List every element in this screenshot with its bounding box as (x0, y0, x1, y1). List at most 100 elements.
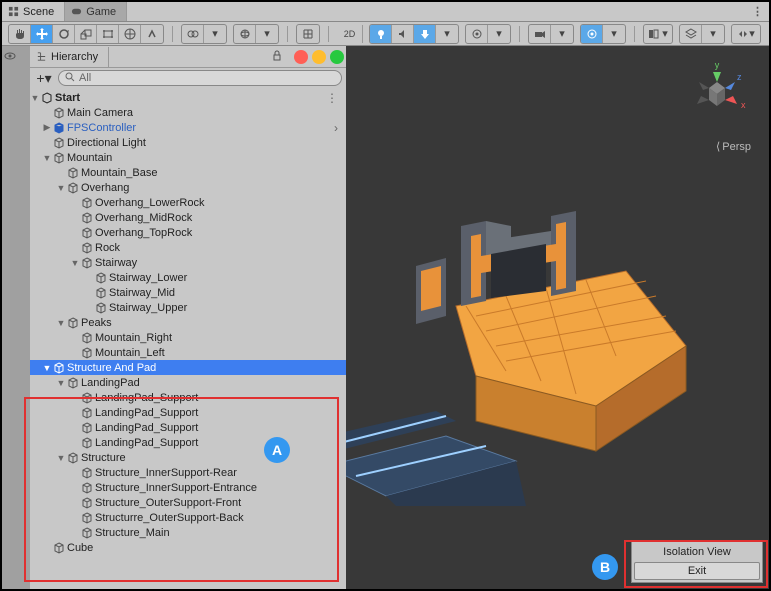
extra-toggle[interactable]: ▾ (732, 25, 760, 43)
custom-tool[interactable] (141, 25, 163, 43)
tree-item[interactable]: Mountain_Right (30, 330, 346, 345)
fx-toggle[interactable] (414, 25, 436, 43)
tree-item[interactable]: Mountain_Left (30, 345, 346, 360)
rect-tool[interactable] (97, 25, 119, 43)
cube-icon (80, 511, 93, 524)
tree-item[interactable]: Overhang_MidRock (30, 210, 346, 225)
cube-icon (52, 136, 65, 149)
tree-item[interactable]: Overhang_TopRock (30, 225, 346, 240)
layers-toggle[interactable] (680, 25, 702, 43)
cube-icon (80, 526, 93, 539)
camera-dropdown[interactable]: ▾ (551, 25, 573, 43)
2d-toggle[interactable]: 2D (337, 25, 363, 43)
tree-item[interactable]: Structure_Main (30, 525, 346, 540)
rotate-tool[interactable] (53, 25, 75, 43)
scene-icon (8, 6, 19, 17)
persp-label[interactable]: ⟨Persp (716, 140, 751, 153)
tree-item-overhang[interactable]: ▼Overhang (30, 180, 346, 195)
cube-icon (94, 271, 107, 284)
cube-icon (52, 361, 65, 374)
hierarchy-tree: ▼Start⋮ Main Camera ▶FPSController› Dire… (30, 88, 346, 555)
cube-icon (80, 241, 93, 254)
context-menu-icon[interactable]: ⋮ (326, 91, 342, 105)
tree-item[interactable]: Stairway_Upper (30, 300, 346, 315)
pivot-toggle[interactable]: ▾ (181, 24, 227, 44)
chevron-right-icon[interactable]: › (334, 121, 342, 135)
chevron-down-icon: ▾ (256, 25, 278, 43)
lock-icon[interactable] (272, 50, 286, 64)
cube-icon (80, 406, 93, 419)
tree-item[interactable]: LandingPad_Support (30, 390, 346, 405)
globe-icon (234, 25, 256, 43)
tree-item-structure-pad[interactable]: ▼Structure And Pad (30, 360, 346, 375)
hierarchy-tab[interactable]: Hierarchy (30, 47, 109, 67)
cube-icon (94, 286, 107, 299)
gizmos-toggle[interactable] (581, 25, 603, 43)
hidden-objects-toggle[interactable] (466, 25, 488, 43)
tree-item[interactable]: LandingPad_Support (30, 435, 346, 450)
grid-snap-toggle[interactable] (297, 25, 319, 43)
cube-icon (66, 451, 79, 464)
search-input[interactable]: All (58, 70, 342, 86)
tree-item[interactable]: Structure_InnerSupport-Rear (30, 465, 346, 480)
tree-item[interactable]: LandingPad_Support (30, 405, 346, 420)
tree-item-mountain[interactable]: ▼Mountain (30, 150, 346, 165)
handle-toggle[interactable]: ▾ (233, 24, 279, 44)
cube-icon (66, 376, 79, 389)
cube-icon (80, 421, 93, 434)
traffic-yellow[interactable] (312, 50, 326, 64)
search-placeholder: All (79, 72, 91, 84)
traffic-green[interactable] (330, 50, 344, 64)
gizmos-dropdown[interactable]: ▾ (603, 25, 625, 43)
create-button[interactable]: +▾ (34, 70, 54, 86)
tab-menu-icon[interactable]: ⋮ (752, 5, 763, 18)
tree-item[interactable]: Mountain_Base (30, 165, 346, 180)
lighting-toggle[interactable] (370, 25, 392, 43)
tab-scene-label: Scene (23, 6, 54, 18)
tree-item-fps[interactable]: ▶FPSController› (30, 120, 346, 135)
tree-item-dirlight[interactable]: Directional Light (30, 135, 346, 150)
cube-icon (66, 181, 79, 194)
tree-item[interactable]: Structure_InnerSupport-Entrance (30, 480, 346, 495)
move-tool[interactable] (31, 25, 53, 43)
cube-icon (80, 481, 93, 494)
cube-icon (80, 391, 93, 404)
tree-item[interactable]: Structurre_OuterSupport-Back (30, 510, 346, 525)
tree-item-structure[interactable]: ▼Structure (30, 450, 346, 465)
tab-game[interactable]: Game (65, 2, 127, 21)
hidden-dropdown[interactable]: ▾ (488, 25, 510, 43)
scene-viewport[interactable]: y x z ⟨Persp (346, 46, 769, 589)
tree-item[interactable]: Rock (30, 240, 346, 255)
fx-dropdown[interactable]: ▾ (436, 25, 458, 43)
cube-icon (80, 496, 93, 509)
tree-item[interactable]: Stairway_Lower (30, 270, 346, 285)
tree-item[interactable]: Stairway_Mid (30, 285, 346, 300)
tree-item-stairway[interactable]: ▼Stairway (30, 255, 346, 270)
scale-tool[interactable] (75, 25, 97, 43)
scene-root[interactable]: ▼Start⋮ (30, 90, 346, 105)
draw-mode-toggle[interactable]: ▾ (644, 25, 672, 43)
tree-item[interactable]: LandingPad_Support (30, 420, 346, 435)
cube-icon (80, 466, 93, 479)
tree-item-peaks[interactable]: ▼Peaks (30, 315, 346, 330)
tree-item[interactable]: Structure_OuterSupport-Front (30, 495, 346, 510)
camera-toggle[interactable] (529, 25, 551, 43)
svg-text:y: y (715, 60, 720, 70)
exit-isolation-button[interactable]: Exit (634, 562, 760, 580)
cube-icon (80, 331, 93, 344)
scene-tab-bar: Scene Game ⋮ (2, 2, 769, 22)
layers-dropdown[interactable]: ▾ (702, 25, 724, 43)
tree-item[interactable]: Overhang_LowerRock (30, 195, 346, 210)
orientation-gizmo[interactable]: y x z (681, 58, 753, 130)
traffic-red[interactable] (294, 50, 308, 64)
tree-item-cube[interactable]: Cube (30, 540, 346, 555)
scene-toolbar: ▾ ▾ 2D ▾ ▾ ▾ ▾ ▾ ▾ ▾ (2, 22, 769, 46)
audio-toggle[interactable] (392, 25, 414, 43)
pivot-icon (182, 25, 204, 43)
hand-tool[interactable] (9, 25, 31, 43)
tab-scene[interactable]: Scene (2, 2, 65, 21)
tree-item-main-camera[interactable]: Main Camera (30, 105, 346, 120)
tree-item-landing[interactable]: ▼LandingPad (30, 375, 346, 390)
multi-tool[interactable] (119, 25, 141, 43)
eye-icon[interactable] (3, 48, 17, 63)
